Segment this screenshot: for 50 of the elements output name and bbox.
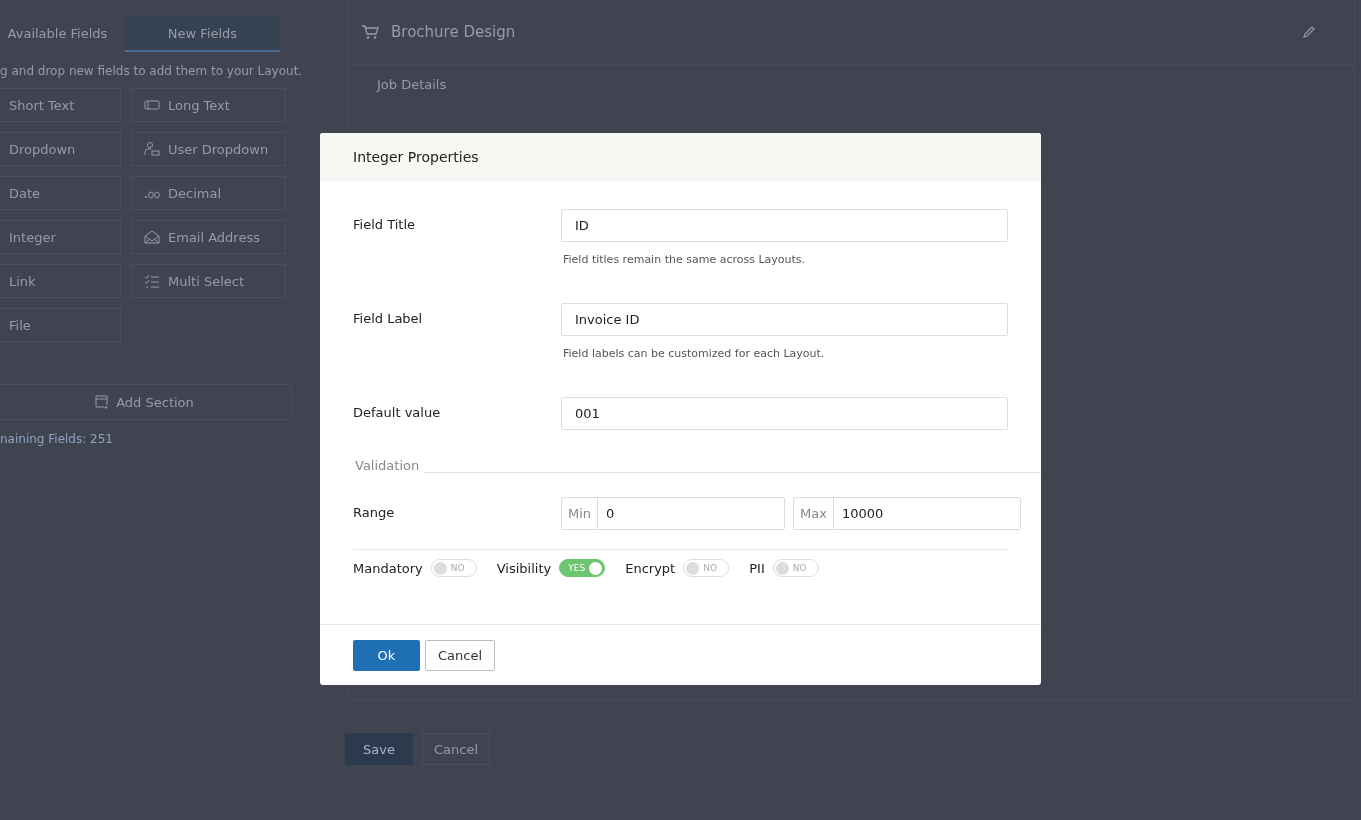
- field-type-item[interactable]: Multi Select: [131, 264, 286, 298]
- field-type-item[interactable]: Short Text: [0, 88, 121, 122]
- field-label: Range: [353, 504, 396, 520]
- user-icon: [144, 141, 160, 157]
- add-section-button[interactable]: Add Section: [0, 384, 292, 420]
- min-field[interactable]: Min 0: [561, 497, 786, 530]
- envelope-icon: [144, 229, 160, 245]
- field-type-item[interactable]: File: [0, 308, 121, 342]
- field-type-item[interactable]: Link: [0, 264, 121, 298]
- edit-icon[interactable]: [1302, 25, 1316, 39]
- toggle-switch[interactable]: NO: [430, 559, 477, 577]
- max-field[interactable]: Max 10000: [793, 497, 1021, 530]
- checklist-icon: [144, 273, 160, 289]
- panel-tab[interactable]: Available Fields: [0, 16, 115, 52]
- dialog-title: Integer Properties: [320, 133, 1041, 181]
- layout-title: Brochure Design: [391, 23, 517, 41]
- toggle-switch[interactable]: YES: [559, 559, 606, 577]
- field-type-item[interactable]: Date: [0, 176, 121, 210]
- textbox-icon: [144, 97, 160, 113]
- section-icon: [94, 394, 111, 410]
- text-field[interactable]: Invoice ID: [561, 303, 1008, 336]
- text-field[interactable]: 001: [561, 397, 1008, 430]
- toggle-switch[interactable]: NO: [683, 559, 730, 577]
- field-type-item[interactable]: User Dropdown: [131, 132, 286, 166]
- cancel-button[interactable]: Cancel: [422, 733, 490, 765]
- field-label: Field Label: [353, 310, 424, 326]
- panel-tab[interactable]: New Fields: [125, 16, 280, 52]
- remaining-fields-count: naining Fields: 251: [0, 432, 114, 446]
- toggle-label: Mandatory: [353, 560, 423, 576]
- toggle-label: Encrypt: [625, 560, 676, 576]
- text-field[interactable]: ID: [561, 209, 1008, 242]
- ok-button[interactable]: Ok: [353, 639, 420, 671]
- field-label: Field Title: [353, 216, 416, 232]
- drag-hint: g and drop new fields to add them to your Layout.: [0, 64, 300, 78]
- help-text: Field labels can be customized for each Layout.: [563, 347, 826, 360]
- toggle-label: PII: [749, 560, 765, 576]
- field-type-item[interactable]: Integer: [0, 220, 121, 254]
- toggle-switch[interactable]: NO: [772, 559, 819, 577]
- field-type-item[interactable]: Dropdown: [0, 132, 121, 166]
- field-label: Default value: [353, 404, 442, 420]
- cart-icon: [361, 24, 379, 40]
- help-text: Field titles remain the same across Layouts.: [563, 253, 807, 266]
- toggle-label: Visibility: [496, 560, 552, 576]
- field-type-item[interactable]: Email Address: [131, 220, 286, 254]
- section-title: Job Details: [375, 76, 448, 94]
- field-type-item[interactable]: Long Text: [131, 88, 286, 122]
- field-type-item[interactable]: Decimal: [131, 176, 286, 210]
- validation-heading: Validation: [354, 458, 421, 473]
- cancel-button[interactable]: Cancel: [425, 639, 495, 671]
- save-button[interactable]: Save: [345, 733, 413, 765]
